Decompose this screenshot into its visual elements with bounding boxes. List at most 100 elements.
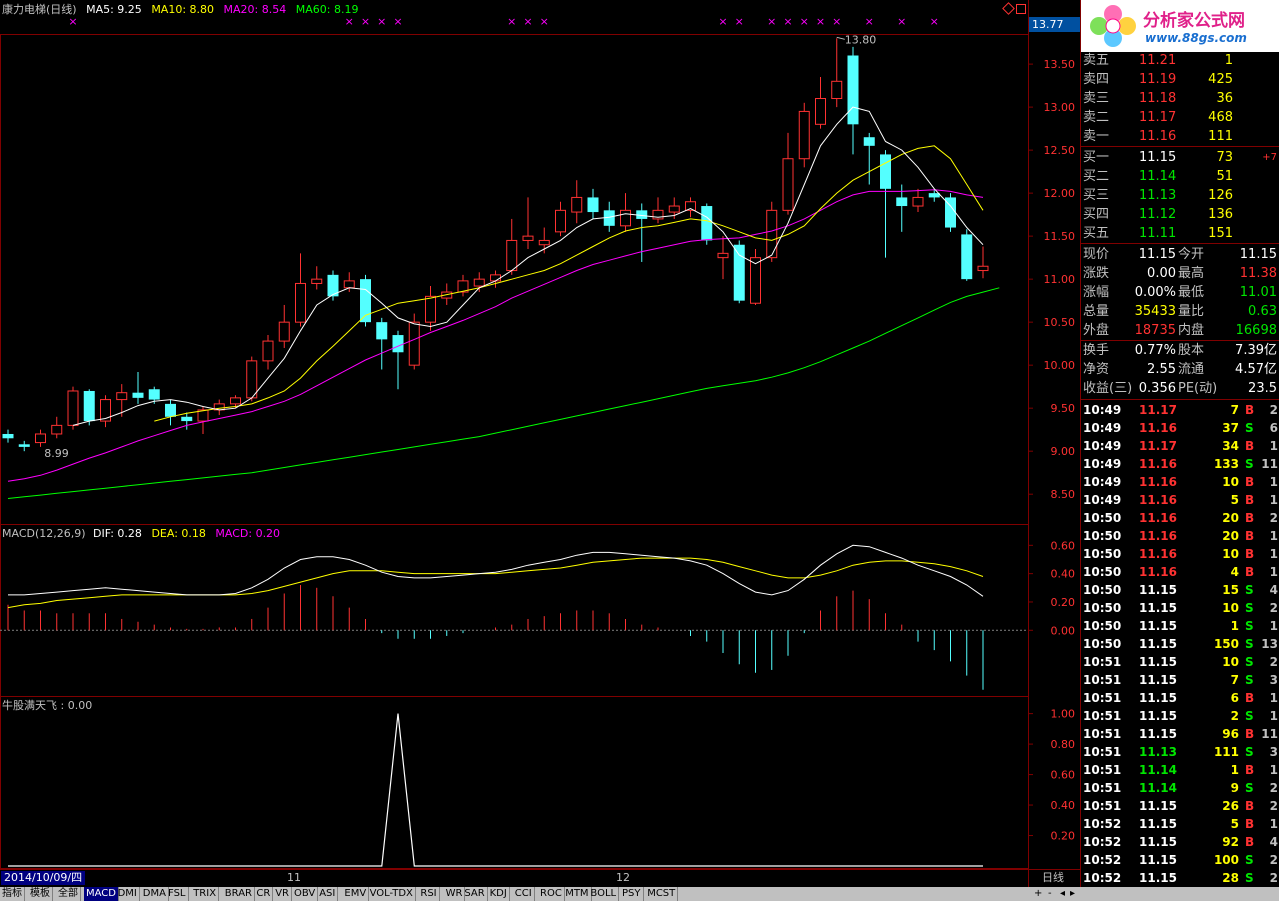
candle-down xyxy=(961,234,973,280)
zoom-out-icon[interactable]: - xyxy=(1048,887,1052,901)
tick-row: 10:49 11.16 5 B 1 xyxy=(1081,491,1279,509)
tab-obv[interactable]: OBV xyxy=(292,887,319,901)
quote-fund-row: 收益(三) 0.356 PE(动) 23.5 xyxy=(1081,379,1279,398)
tick-side: S xyxy=(1245,601,1254,615)
ma5-label: MA5: 9.25 xyxy=(86,3,142,16)
tab-mcst[interactable]: MCST xyxy=(645,887,679,901)
tick-volume: 20 xyxy=(1222,529,1239,543)
tab-dmi[interactable]: DMI xyxy=(116,887,140,901)
tab-fsl[interactable]: FSL xyxy=(166,887,189,901)
buy-volume: 126 xyxy=(1208,188,1233,203)
tick-price: 11.16 xyxy=(1139,421,1177,435)
tick-row: 10:51 11.15 26 B 2 xyxy=(1081,797,1279,815)
scroll-right-icon[interactable]: ▸ xyxy=(1070,887,1075,901)
candle-up xyxy=(831,80,843,100)
tick-side: B xyxy=(1245,691,1255,705)
tick-count: 1 xyxy=(1269,619,1278,633)
tab-brar[interactable]: BRAR xyxy=(223,887,255,901)
tab-kdj[interactable]: KDJ xyxy=(488,887,510,901)
stat-label: 量比 xyxy=(1178,304,1205,319)
macd-axis-label: 0.40 xyxy=(1051,568,1076,581)
tick-count: 6 xyxy=(1269,421,1278,435)
tick-count: 3 xyxy=(1269,673,1278,687)
tab-vr[interactable]: VR xyxy=(273,887,292,901)
tick-side: B xyxy=(1245,475,1255,489)
current-price-box: 13.77 xyxy=(1029,17,1080,32)
tick-time: 10:51 xyxy=(1083,673,1122,687)
tab-dma[interactable]: DMA xyxy=(141,887,169,901)
candle-down xyxy=(165,403,176,417)
tick-count: 2 xyxy=(1269,403,1278,417)
candle-up xyxy=(798,110,810,160)
fund-label: 收益(三) xyxy=(1083,381,1133,396)
signal-marker: × xyxy=(735,15,744,28)
candle-down xyxy=(701,206,713,241)
tick-time: 10:52 xyxy=(1083,835,1122,849)
candle-up xyxy=(766,209,778,259)
candle-down xyxy=(132,392,144,398)
sell-volume: 1 xyxy=(1224,53,1233,68)
tick-row: 10:49 11.16 37 S 6 xyxy=(1081,419,1279,437)
tab-trix[interactable]: TRIX xyxy=(191,887,220,901)
tab-全部[interactable]: 全部 xyxy=(56,887,81,901)
candle-up xyxy=(230,397,241,405)
tab-macd[interactable]: MACD xyxy=(84,887,119,901)
candle-up xyxy=(100,399,111,422)
stat-value: 0.00% xyxy=(1134,285,1176,300)
separator xyxy=(1081,243,1279,244)
high-marker-line xyxy=(836,36,845,40)
sell-label: 卖一 xyxy=(1083,129,1110,144)
sell-label: 卖五 xyxy=(1083,53,1110,68)
tick-price: 11.15 xyxy=(1139,691,1177,705)
candle-up xyxy=(51,424,63,435)
sell-price: 11.21 xyxy=(1139,53,1177,68)
tab-指标[interactable]: 指标 xyxy=(0,887,25,901)
stat-value: 35433 xyxy=(1134,304,1176,319)
tab-boll[interactable]: BOLL xyxy=(588,887,620,901)
frame-lines xyxy=(0,0,1081,887)
candle-up xyxy=(717,252,729,259)
ma20-line xyxy=(7,189,984,482)
stat-label: 内盘 xyxy=(1178,323,1205,338)
tick-side: B xyxy=(1245,817,1255,831)
tab-rsi[interactable]: RSI xyxy=(418,887,440,901)
ind-axis-label: 0.60 xyxy=(1051,769,1076,782)
tick-volume: 34 xyxy=(1222,439,1239,453)
tick-count: 1 xyxy=(1269,529,1278,543)
tick-side: B xyxy=(1245,799,1255,813)
quote-fund-row: 净资 2.55 流通 4.57亿 xyxy=(1081,360,1279,379)
buy-label: 买三 xyxy=(1083,188,1110,203)
scroll-left-icon[interactable]: ◂ xyxy=(1060,887,1065,901)
tick-price: 11.15 xyxy=(1139,709,1177,723)
fund-label: 流通 xyxy=(1178,362,1205,377)
tab-mtm[interactable]: MTM xyxy=(563,887,592,901)
tick-volume: 20 xyxy=(1222,511,1239,525)
tab-vol-tdx[interactable]: VOL-TDX xyxy=(368,887,416,901)
tab-模板[interactable]: 模板 xyxy=(28,887,53,901)
window-close-icon[interactable] xyxy=(1016,4,1026,14)
tab-roc[interactable]: ROC xyxy=(538,887,565,901)
tick-time: 10:49 xyxy=(1083,493,1122,507)
tick-price: 11.15 xyxy=(1139,601,1177,615)
tick-volume: 133 xyxy=(1213,457,1239,471)
tick-count: 1 xyxy=(1269,475,1278,489)
tick-price: 11.14 xyxy=(1139,763,1177,777)
indicator-panel: 1.00 0.80 0.60 0.40 0.20 xyxy=(8,708,1076,867)
tick-row: 10:49 11.17 34 B 1 xyxy=(1081,437,1279,455)
zoom-in-icon[interactable]: + xyxy=(1034,887,1042,901)
tick-row: 10:49 11.16 133 S 11 xyxy=(1081,455,1279,473)
tick-time: 10:50 xyxy=(1083,583,1122,597)
candle-down xyxy=(587,197,599,213)
tab-sar[interactable]: SAR xyxy=(462,887,488,901)
candle-up xyxy=(620,209,631,227)
tab-cr[interactable]: CR xyxy=(254,887,274,901)
stat-value: 0.63 xyxy=(1248,304,1277,319)
price-axis-label: 13.00 xyxy=(1044,101,1076,114)
tick-row: 10:50 11.16 20 B 1 xyxy=(1081,527,1279,545)
candle-up xyxy=(538,239,550,246)
tab-cci[interactable]: CCI xyxy=(513,887,535,901)
tick-side: S xyxy=(1245,673,1254,687)
tab-emv[interactable]: EMV xyxy=(342,887,370,901)
tab-asi[interactable]: ASI xyxy=(317,887,339,901)
tab-psy[interactable]: PSY xyxy=(620,887,644,901)
